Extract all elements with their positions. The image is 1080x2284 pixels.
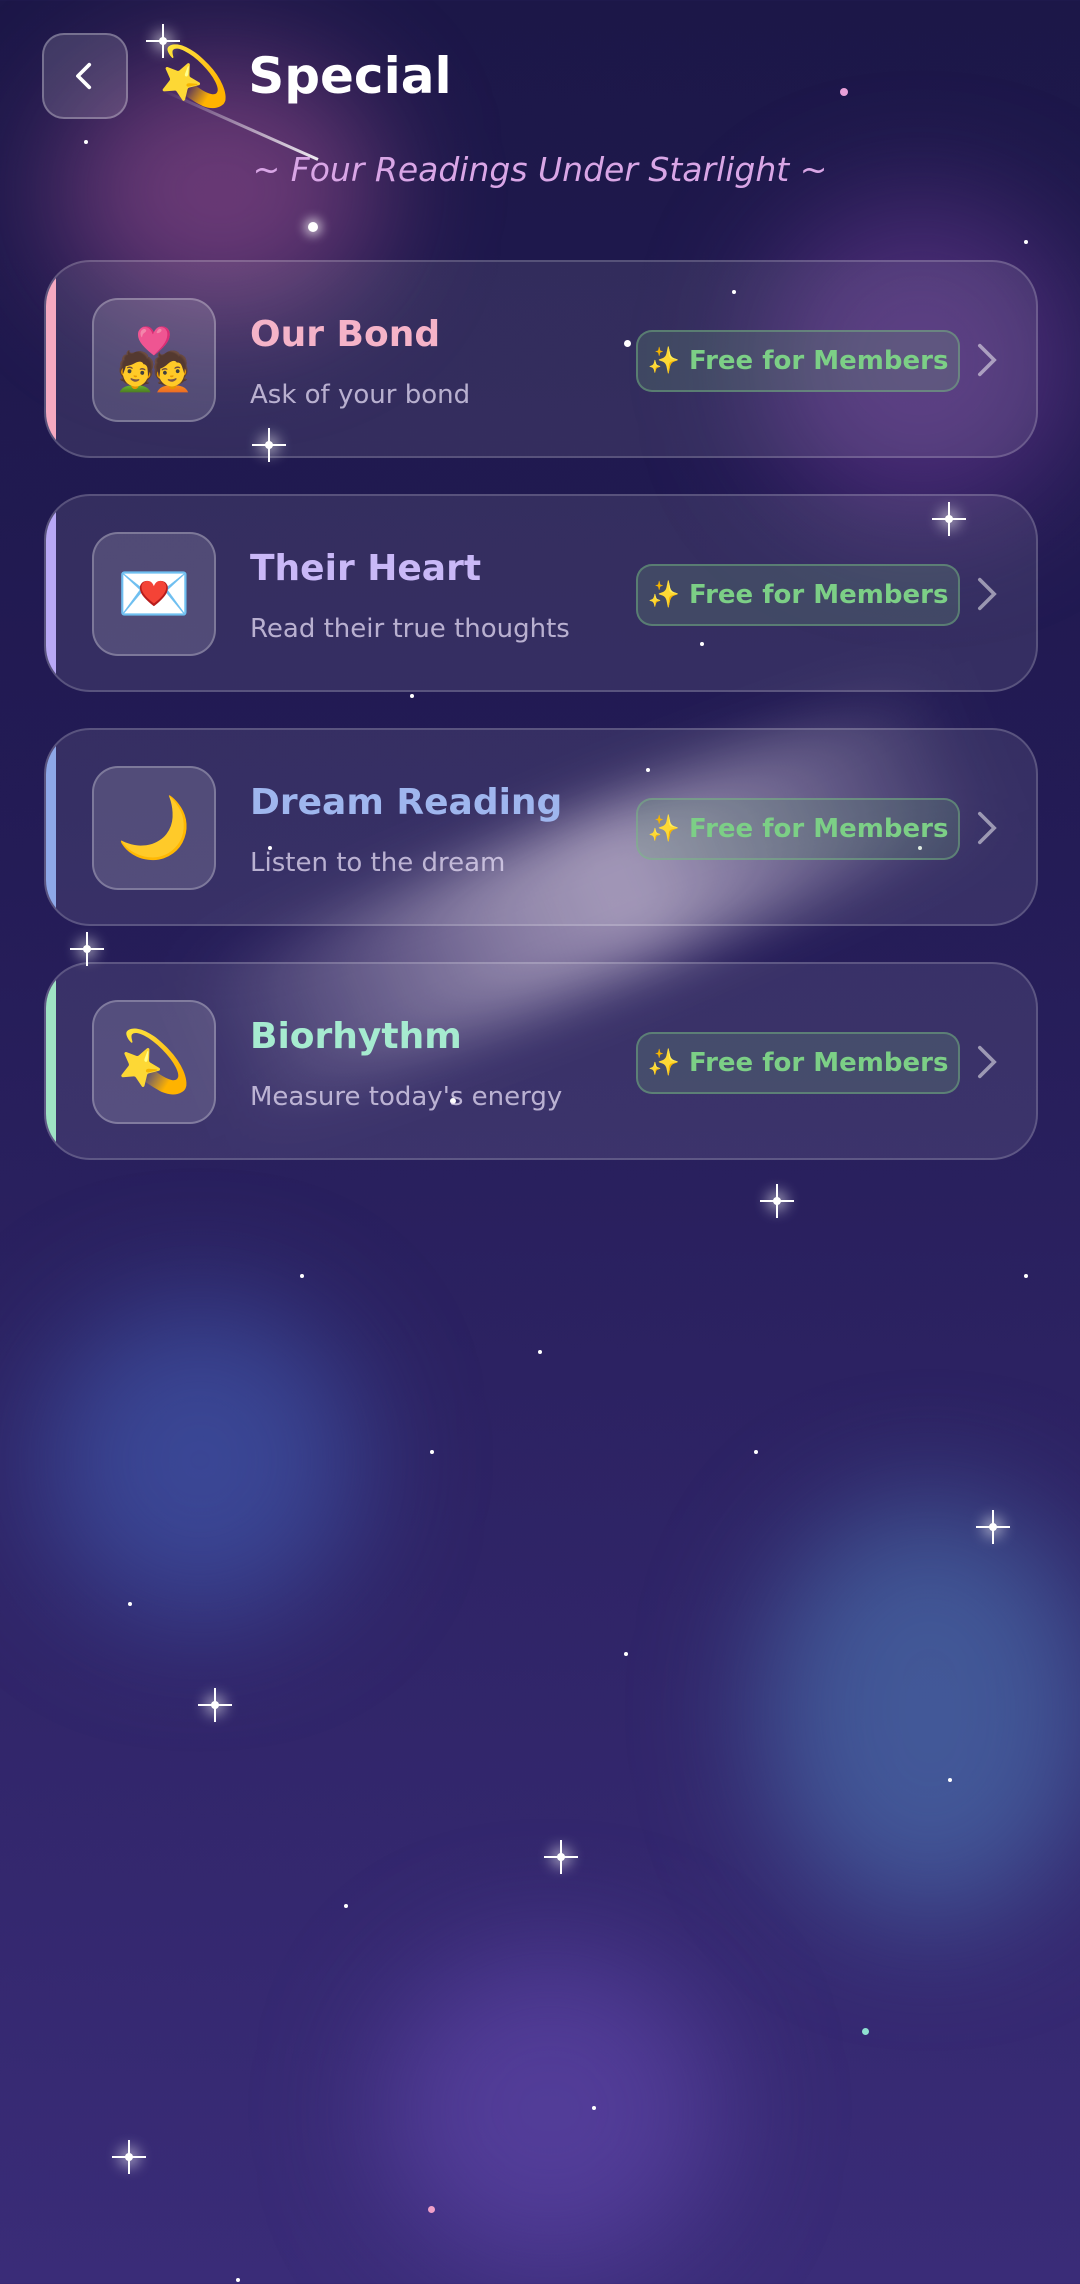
dizzy-star-icon: 💫 (92, 1000, 216, 1124)
card-accent (46, 496, 56, 690)
chevron-right-icon (978, 1045, 997, 1079)
sparkle-emoji-icon: 💫 (158, 42, 231, 110)
back-button[interactable] (42, 33, 128, 119)
page-title: Special (248, 47, 452, 105)
header: 💫 Special (42, 32, 452, 120)
reading-list: 💑 Our Bond Ask of your bond ✨ Free for M… (44, 260, 1038, 1196)
card-description: Ask of your bond (250, 380, 471, 410)
card-description: Measure today's energy (250, 1082, 563, 1112)
card-their-heart[interactable]: 💌 Their Heart Read their true thoughts ✨… (44, 494, 1038, 692)
card-title: Our Bond (250, 314, 441, 355)
card-our-bond[interactable]: 💑 Our Bond Ask of your bond ✨ Free for M… (44, 260, 1038, 458)
card-accent (46, 730, 56, 924)
page-subtitle: ~ Four Readings Under Starlight ~ (252, 150, 828, 189)
free-badge: ✨ Free for Members (636, 1032, 960, 1094)
card-biorhythm[interactable]: 💫 Biorhythm Measure today's energy ✨ Fre… (44, 962, 1038, 1160)
crescent-moon-icon: 🌙 (92, 766, 216, 890)
couple-icon: 💑 (92, 298, 216, 422)
chevron-right-icon (978, 577, 997, 611)
free-badge: ✨ Free for Members (636, 330, 960, 392)
free-badge: ✨ Free for Members (636, 798, 960, 860)
card-description: Listen to the dream (250, 848, 506, 878)
free-badge: ✨ Free for Members (636, 564, 960, 626)
card-accent (46, 262, 56, 456)
card-title: Dream Reading (250, 782, 563, 823)
card-accent (46, 964, 56, 1158)
chevron-right-icon (978, 811, 997, 845)
card-title: Their Heart (250, 548, 482, 589)
card-description: Read their true thoughts (250, 614, 570, 644)
chevron-right-icon (978, 343, 997, 377)
card-title: Biorhythm (250, 1016, 462, 1057)
chevron-left-icon (76, 62, 92, 90)
love-letter-icon: 💌 (92, 532, 216, 656)
card-dream-reading[interactable]: 🌙 Dream Reading Listen to the dream ✨ Fr… (44, 728, 1038, 926)
